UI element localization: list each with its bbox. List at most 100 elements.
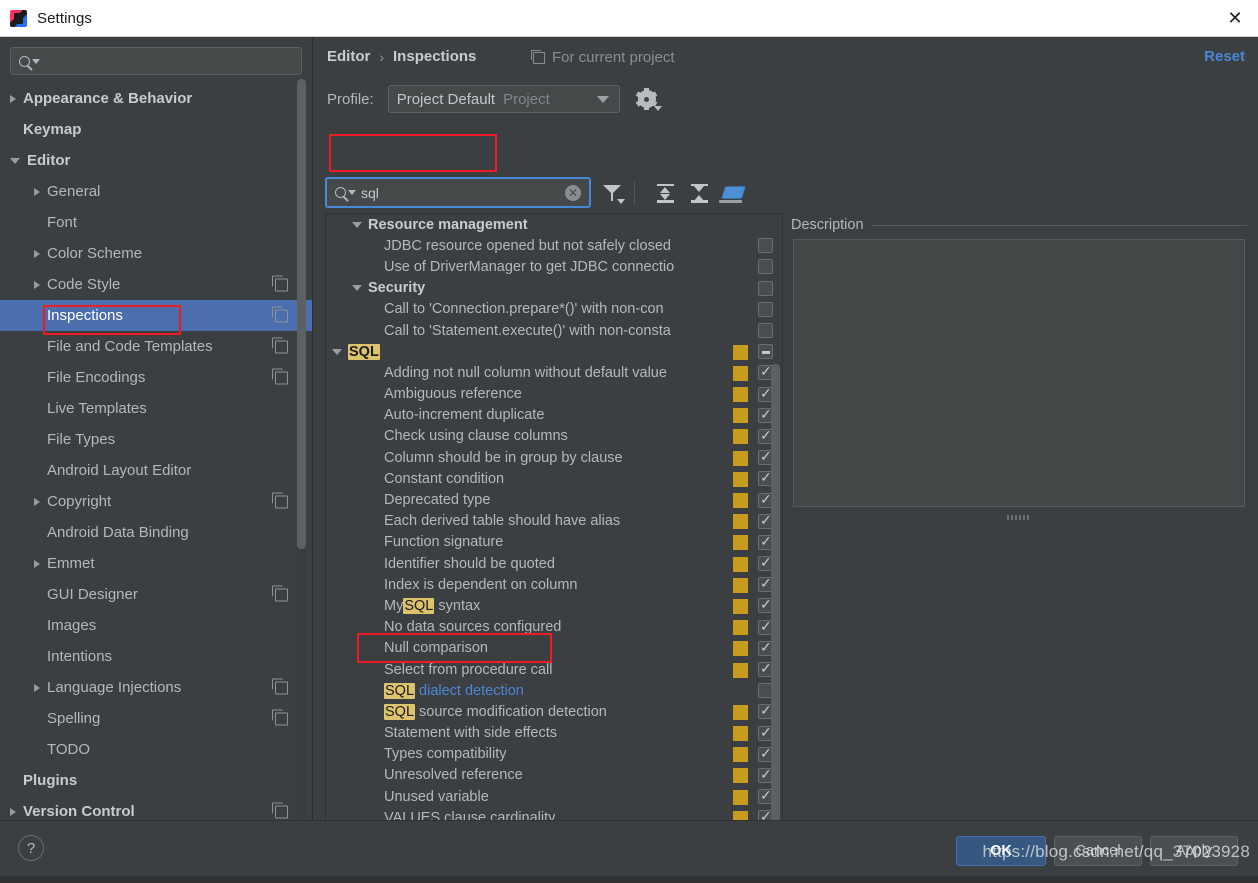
help-button[interactable]: ? [18, 835, 44, 861]
sidebar-item-code-style[interactable]: Code Style [0, 269, 312, 300]
severity-swatch[interactable] [733, 429, 748, 445]
inspections-search-box[interactable]: ✕ [325, 177, 591, 208]
sidebar-item-file-encodings[interactable]: File Encodings [0, 362, 312, 393]
inspection-row[interactable]: Identifier should be quoted [326, 553, 782, 574]
sidebar-item-color-scheme[interactable]: Color Scheme [0, 238, 312, 269]
severity-swatch[interactable] [733, 662, 748, 678]
collapse-all-icon[interactable] [686, 180, 712, 206]
inspection-row[interactable]: No data sources configured [326, 617, 782, 638]
sidebar-search-input[interactable] [45, 53, 293, 69]
inspection-row[interactable]: Each derived table should have alias [326, 511, 782, 532]
severity-swatch[interactable] [733, 789, 748, 805]
chevron-right-icon[interactable] [34, 280, 40, 289]
inspection-row[interactable]: Use of DriverManager to get JDBC connect… [326, 256, 782, 277]
inspection-checkbox[interactable] [758, 259, 773, 275]
inspection-row[interactable]: Constant condition [326, 468, 782, 489]
sidebar-item-appearance-behavior[interactable]: Appearance & Behavior [0, 83, 312, 114]
severity-swatch[interactable] [733, 641, 748, 657]
sidebar-search-box[interactable] [10, 47, 302, 75]
clear-icon[interactable]: ✕ [565, 184, 581, 201]
inspection-row[interactable]: Resource management [326, 214, 782, 235]
severity-swatch[interactable] [733, 387, 748, 403]
inspection-row[interactable]: SQL dialect detection [326, 680, 782, 701]
inspection-row[interactable]: Call to 'Connection.prepare*()' with non… [326, 299, 782, 320]
severity-swatch[interactable] [733, 365, 748, 381]
chevron-right-icon[interactable] [10, 94, 16, 103]
inspection-checkbox[interactable] [758, 344, 773, 360]
breadcrumb-root[interactable]: Editor [327, 48, 370, 65]
inspections-search-input[interactable] [361, 184, 581, 201]
inspection-row[interactable]: Deprecated type [326, 489, 782, 510]
sidebar-item-intentions[interactable]: Intentions [0, 641, 312, 672]
inspection-row[interactable]: Function signature [326, 532, 782, 553]
inspection-row[interactable]: Statement with side effects [326, 723, 782, 744]
sidebar-item-gui-designer[interactable]: GUI Designer [0, 579, 312, 610]
chevron-down-icon[interactable] [352, 285, 362, 292]
inspection-checkbox[interactable] [758, 238, 773, 254]
chevron-right-icon[interactable] [34, 249, 40, 258]
severity-swatch[interactable] [733, 535, 748, 551]
expand-all-icon[interactable] [652, 180, 678, 206]
inspection-row[interactable]: Adding not null column without default v… [326, 362, 782, 383]
severity-swatch[interactable] [733, 408, 748, 424]
sidebar-item-language-injections[interactable]: Language Injections [0, 672, 312, 703]
sidebar-item-todo[interactable]: TODO [0, 734, 312, 765]
chevron-right-icon[interactable] [10, 807, 16, 816]
profile-select[interactable]: Project Default Project [387, 85, 620, 113]
sidebar-item-plugins[interactable]: Plugins [0, 765, 312, 796]
reset-link[interactable]: Reset [1204, 48, 1245, 65]
severity-swatch[interactable] [733, 726, 748, 742]
sidebar-item-spelling[interactable]: Spelling [0, 703, 312, 734]
inspection-row[interactable]: Types compatibility [326, 744, 782, 765]
chevron-right-icon[interactable] [34, 559, 40, 568]
severity-swatch[interactable] [733, 620, 748, 636]
cancel-button[interactable]: Cancel [1054, 836, 1142, 866]
chevron-down-icon[interactable] [352, 221, 362, 228]
filter-funnel-icon[interactable] [599, 180, 625, 206]
inspection-row[interactable]: SQL source modification detection [326, 701, 782, 722]
inspection-row[interactable]: Select from procedure call [326, 659, 782, 680]
inspections-scrollbar-thumb[interactable] [771, 364, 780, 824]
inspection-row[interactable]: SQL [326, 341, 782, 362]
inspection-row[interactable]: Auto-increment duplicate [326, 405, 782, 426]
severity-swatch[interactable] [733, 577, 748, 593]
sidebar-item-emmet[interactable]: Emmet [0, 548, 312, 579]
resize-grip-icon[interactable] [1007, 515, 1031, 520]
sidebar-item-editor[interactable]: Editor [0, 145, 312, 176]
sidebar-item-version-control[interactable]: Version Control [0, 796, 312, 820]
inspection-checkbox[interactable] [758, 323, 773, 339]
inspection-row[interactable]: MySQL syntax [326, 595, 782, 616]
inspection-checkbox[interactable] [758, 301, 773, 317]
chevron-down-icon[interactable] [10, 157, 20, 164]
inspection-row[interactable]: Ambiguous reference [326, 384, 782, 405]
sidebar-item-live-templates[interactable]: Live Templates [0, 393, 312, 424]
apply-button[interactable]: Apply [1150, 836, 1238, 866]
severity-swatch[interactable] [733, 493, 748, 509]
inspection-row[interactable]: Index is dependent on column [326, 574, 782, 595]
sidebar-item-copyright[interactable]: Copyright [0, 486, 312, 517]
severity-swatch[interactable] [733, 556, 748, 572]
sidebar-scrollbar-thumb[interactable] [297, 79, 306, 549]
close-icon[interactable]: ✕ [1212, 0, 1258, 36]
inspection-row[interactable]: Column should be in group by clause [326, 447, 782, 468]
severity-swatch[interactable] [733, 598, 748, 614]
severity-swatch[interactable] [733, 471, 748, 487]
sidebar-item-file-and-code-templates[interactable]: File and Code Templates [0, 331, 312, 362]
inspection-row[interactable]: Unresolved reference [326, 765, 782, 786]
inspection-row[interactable]: Unused variable [326, 786, 782, 807]
chevron-right-icon[interactable] [34, 497, 40, 506]
chevron-down-icon[interactable] [332, 348, 342, 355]
sidebar-item-images[interactable]: Images [0, 610, 312, 641]
severity-swatch[interactable] [733, 768, 748, 784]
sidebar-item-font[interactable]: Font [0, 207, 312, 238]
sidebar-item-keymap[interactable]: Keymap [0, 114, 312, 145]
sidebar-item-android-data-binding[interactable]: Android Data Binding [0, 517, 312, 548]
inspection-row[interactable]: Call to 'Statement.execute()' with non-c… [326, 320, 782, 341]
chevron-right-icon[interactable] [34, 187, 40, 196]
eraser-icon[interactable] [720, 180, 747, 206]
sidebar-item-general[interactable]: General [0, 176, 312, 207]
sidebar-item-android-layout-editor[interactable]: Android Layout Editor [0, 455, 312, 486]
inspection-row[interactable]: Check using clause columns [326, 426, 782, 447]
inspection-checkbox[interactable] [758, 280, 773, 296]
chevron-right-icon[interactable] [34, 683, 40, 692]
